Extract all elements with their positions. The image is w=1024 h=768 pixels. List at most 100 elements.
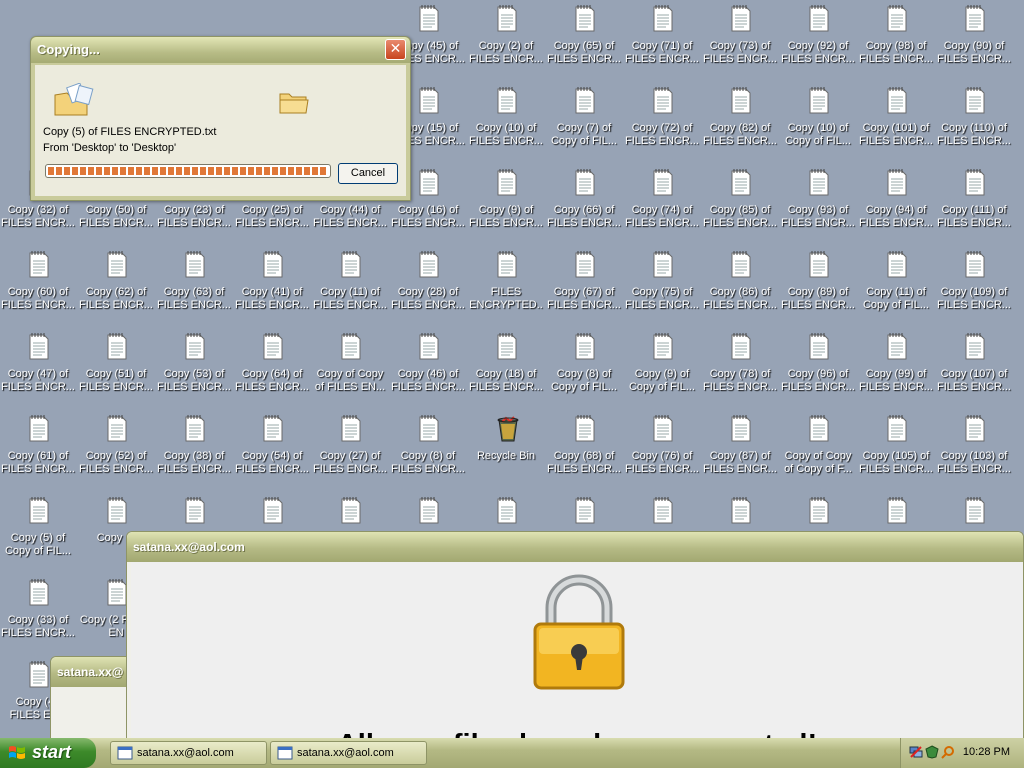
desktop-file-icon[interactable]: Copy (65) of FILES ENCR...: [546, 2, 622, 78]
text-document-icon: [28, 660, 50, 688]
ransom-window[interactable]: satana.xx@aol.com All your files have be…: [126, 531, 1024, 761]
desktop-file-icon[interactable]: Copy (33) of FILES ENCR...: [0, 576, 76, 652]
desktop-icon-label: Copy (16) of FILES ENCR...: [391, 204, 465, 229]
desktop-file-icon[interactable]: Copy (82) of FILES ENCR...: [702, 84, 778, 160]
desktop-file-icon[interactable]: Copy (98) of FILES ENCR...: [858, 2, 934, 78]
desktop-file-icon[interactable]: Copy (53) of FILES ENCR...: [156, 330, 232, 406]
desktop-file-icon[interactable]: Copy of Copy of FILES EN...: [312, 330, 388, 406]
network-icon[interactable]: [909, 745, 923, 759]
cancel-button[interactable]: Cancel: [338, 163, 398, 184]
desktop-icon-label: Copy of Copy of Copy of F...: [784, 450, 852, 475]
desktop-file-icon[interactable]: Copy (8) of Copy of FIL...: [546, 330, 622, 406]
desktop-file-icon[interactable]: Copy (8) of FILES ENCR...: [390, 412, 466, 488]
desktop-file-icon[interactable]: Copy (90) of FILES ENCR...: [936, 2, 1012, 78]
close-button[interactable]: ✕: [385, 39, 406, 60]
desktop-file-icon[interactable]: Copy (107) of FILES ENCR...: [936, 330, 1012, 406]
text-document-icon: [886, 414, 908, 442]
desktop-file-icon[interactable]: Copy (76) of FILES ENCR...: [624, 412, 700, 488]
text-document-icon: [574, 414, 596, 442]
desktop-file-icon[interactable]: Copy (9) of Copy of FIL...: [624, 330, 700, 406]
desktop-file-icon[interactable]: Copy (27) of FILES ENCR...: [312, 412, 388, 488]
text-document-icon: [652, 332, 674, 360]
start-button[interactable]: start: [0, 738, 96, 768]
search-icon[interactable]: [941, 745, 955, 759]
desktop-file-icon[interactable]: Copy (67) of FILES ENCR...: [546, 248, 622, 324]
desktop-icon-label: Copy (107) of FILES ENCR...: [937, 368, 1011, 393]
desktop-file-icon[interactable]: Copy (78) of FILES ENCR...: [702, 330, 778, 406]
text-document-icon: [496, 250, 518, 278]
desktop-file-icon[interactable]: Copy (66) of FILES ENCR...: [546, 166, 622, 242]
desktop-icon-label: Copy (86) of FILES ENCR...: [703, 286, 777, 311]
desktop-file-icon[interactable]: Copy (105) of FILES ENCR...: [858, 412, 934, 488]
desktop-file-icon[interactable]: Copy (111) of FILES ENCR...: [936, 166, 1012, 242]
desktop-file-icon[interactable]: Copy (68) of FILES ENCR...: [546, 412, 622, 488]
desktop-file-icon[interactable]: Copy (54) of FILES ENCR...: [234, 412, 310, 488]
ransom-window-title[interactable]: satana.xx@aol.com: [127, 532, 1023, 562]
taskbar-button-ransom-2[interactable]: satana.xx@aol.com: [270, 741, 427, 765]
desktop-file-icon[interactable]: Copy (63) of FILES ENCR...: [156, 248, 232, 324]
desktop-file-icon[interactable]: Copy (10) of Copy of FIL...: [780, 84, 856, 160]
text-document-icon: [496, 4, 518, 32]
desktop-file-icon[interactable]: Copy (74) of FILES ENCR...: [624, 166, 700, 242]
desktop-file-icon[interactable]: Copy (7) of Copy of FIL...: [546, 84, 622, 160]
desktop-file-icon[interactable]: Copy (9) of FILES ENCR...: [468, 166, 544, 242]
desktop-file-icon[interactable]: Copy (109) of FILES ENCR...: [936, 248, 1012, 324]
desktop-file-icon[interactable]: Copy (64) of FILES ENCR...: [234, 330, 310, 406]
desktop-file-icon[interactable]: Copy of Copy of Copy of F...: [780, 412, 856, 488]
desktop-file-icon[interactable]: Copy (38) of FILES ENCR...: [156, 412, 232, 488]
desktop-icon-label: Copy (82) of FILES ENCR...: [703, 122, 777, 147]
desktop-file-icon[interactable]: Copy (99) of FILES ENCR...: [858, 330, 934, 406]
flying-papers-icon: [54, 83, 94, 116]
desktop-file-icon[interactable]: Copy (87) of FILES ENCR...: [702, 412, 778, 488]
desktop-icon-label: Copy (67) of FILES ENCR...: [547, 286, 621, 311]
desktop-file-icon[interactable]: Copy (18) of FILES ENCR...: [468, 330, 544, 406]
desktop-file-icon[interactable]: Copy (93) of FILES ENCR...: [780, 166, 856, 242]
desktop-file-icon[interactable]: Copy (72) of FILES ENCR...: [624, 84, 700, 160]
desktop-file-icon[interactable]: Copy (96) of FILES ENCR...: [780, 330, 856, 406]
desktop-file-icon[interactable]: Copy (60) of FILES ENCR...: [0, 248, 76, 324]
desktop-file-icon[interactable]: Copy (47) of FILES ENCR...: [0, 330, 76, 406]
copy-progress-fill: [48, 167, 328, 175]
desktop-file-icon[interactable]: Copy (71) of FILES ENCR...: [624, 2, 700, 78]
desktop-file-icon[interactable]: Copy (92) of FILES ENCR...: [780, 2, 856, 78]
desktop-icon-label: Copy (10) of FILES ENCR...: [469, 122, 543, 147]
desktop-file-icon[interactable]: Copy (89) of FILES ENCR...: [780, 248, 856, 324]
desktop-file-icon[interactable]: Copy (73) of FILES ENCR...: [702, 2, 778, 78]
desktop-file-icon[interactable]: Copy (52) of FILES ENCR...: [78, 412, 154, 488]
desktop-file-icon[interactable]: Copy (51) of FILES ENCR...: [78, 330, 154, 406]
desktop-file-icon[interactable]: Copy (10) of FILES ENCR...: [468, 84, 544, 160]
desktop-file-icon[interactable]: Copy (86) of FILES ENCR...: [702, 248, 778, 324]
taskbar-button-ransom-1[interactable]: satana.xx@aol.com: [110, 741, 267, 765]
desktop-file-icon[interactable]: Copy (11) of FILES ENCR...: [312, 248, 388, 324]
desktop-file-icon[interactable]: Copy (110) of FILES ENCR...: [936, 84, 1012, 160]
desktop-file-icon[interactable]: FILES ENCRYPTED....: [468, 248, 544, 324]
window-icon: [277, 746, 293, 760]
desktop-file-icon[interactable]: Copy (62) of FILES ENCR...: [78, 248, 154, 324]
text-document-icon: [28, 332, 50, 360]
desktop-file-icon[interactable]: Copy (5) of Copy of FIL...: [0, 494, 76, 570]
desktop-file-icon[interactable]: Copy (103) of FILES ENCR...: [936, 412, 1012, 488]
desktop-icon-label: Copy (50) of FILES ENCR...: [79, 204, 153, 229]
desktop-icon-label: Copy (27) of FILES ENCR...: [313, 450, 387, 475]
text-document-icon: [418, 4, 440, 32]
desktop-file-icon[interactable]: Copy (11) of Copy of FIL...: [858, 248, 934, 324]
desktop-file-icon[interactable]: Copy (94) of FILES ENCR...: [858, 166, 934, 242]
desktop-file-icon[interactable]: Copy (75) of FILES ENCR...: [624, 248, 700, 324]
copy-dialog-titlebar[interactable]: Copying... ✕: [31, 37, 410, 63]
desktop-file-icon[interactable]: Copy (85) of FILES ENCR...: [702, 166, 778, 242]
desktop-file-icon[interactable]: Copy (101) of FILES ENCR...: [858, 84, 934, 160]
text-document-icon: [730, 496, 752, 524]
text-document-icon: [652, 4, 674, 32]
start-label: start: [32, 742, 72, 762]
desktop-file-icon[interactable]: Copy (46) of FILES ENCR...: [390, 330, 466, 406]
text-document-icon: [652, 168, 674, 196]
text-document-icon: [28, 496, 50, 524]
desktop-file-icon[interactable]: Copy (61) of FILES ENCR...: [0, 412, 76, 488]
desktop-file-icon[interactable]: Copy (2) of FILES ENCR...: [468, 2, 544, 78]
recycle-bin-icon[interactable]: Recycle Bin: [468, 412, 544, 488]
security-icon[interactable]: [925, 745, 939, 759]
text-document-icon: [106, 496, 128, 524]
desktop-icon-label: Copy (105) of FILES ENCR...: [859, 450, 933, 475]
desktop-file-icon[interactable]: Copy (28) of FILES ENCR...: [390, 248, 466, 324]
desktop-file-icon[interactable]: Copy (41) of FILES ENCR...: [234, 248, 310, 324]
